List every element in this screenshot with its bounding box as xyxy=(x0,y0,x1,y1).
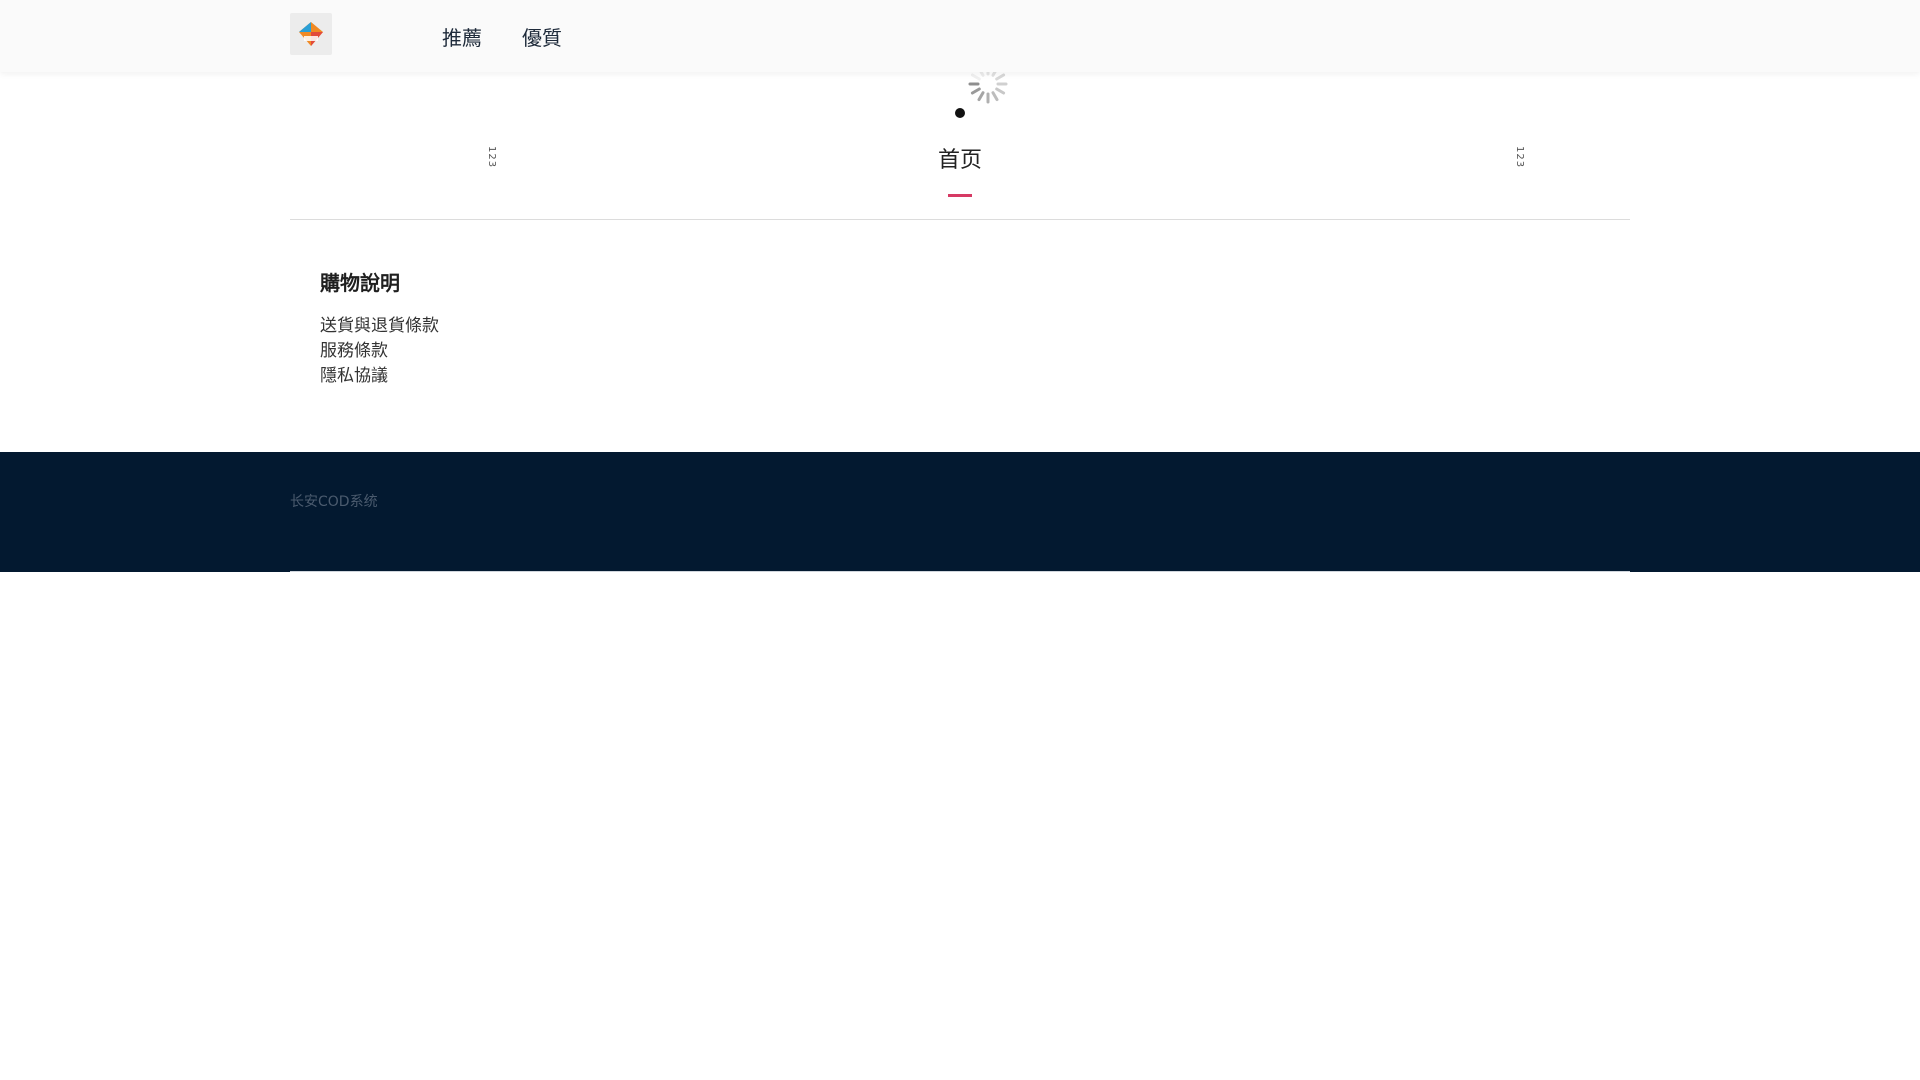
page-title[interactable]: 首页 xyxy=(0,146,1920,176)
nav-item-recommended[interactable]: 推薦 xyxy=(442,24,482,52)
main-nav: 推薦 優質 xyxy=(442,24,562,52)
section-divider xyxy=(290,219,1630,220)
site-footer: 长安COD系统 xyxy=(0,452,1920,572)
active-tab-indicator xyxy=(948,194,972,197)
footer-divider xyxy=(290,571,1630,572)
footer-brand-text: 长安COD系统 xyxy=(290,494,378,510)
shipping-returns-link[interactable]: 送貨與退貨條款 xyxy=(320,314,439,339)
carousel-indicator-dot[interactable] xyxy=(955,108,965,118)
brand-logo[interactable] xyxy=(290,13,332,55)
nav-item-premium[interactable]: 優質 xyxy=(522,24,562,52)
privacy-policy-link[interactable]: 隱私協議 xyxy=(320,364,439,389)
shopping-info-title: 購物說明 xyxy=(320,271,400,295)
site-header: 推薦 優質 xyxy=(0,0,1920,72)
banner-carousel[interactable]: 123 123 xyxy=(0,72,1920,168)
terms-of-service-link[interactable]: 服務條款 xyxy=(320,339,439,364)
brand-logo-icon xyxy=(299,22,323,46)
shopping-info-section: 購物說明 送貨與退貨條款 服務條款 隱私協議 xyxy=(320,268,439,389)
